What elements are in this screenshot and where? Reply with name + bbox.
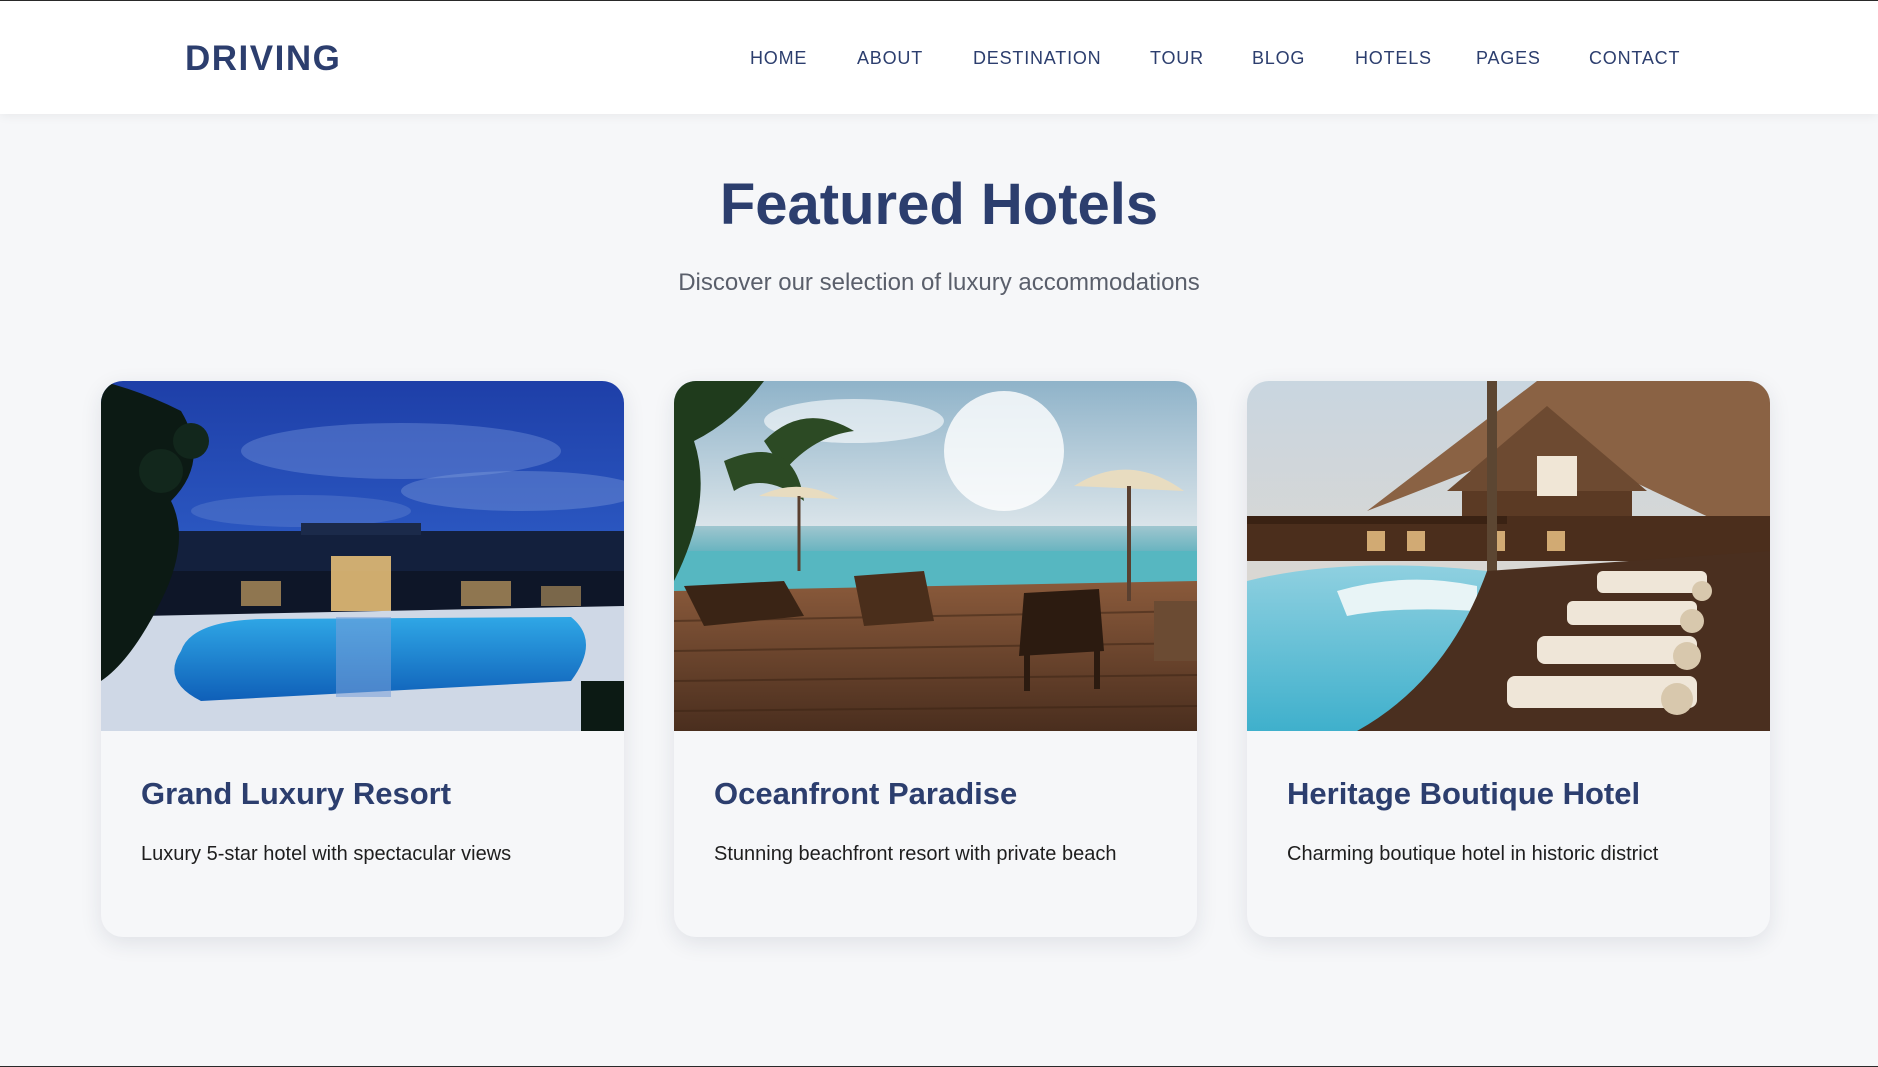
nav-tour[interactable]: TOUR <box>1150 48 1204 69</box>
nav-contact[interactable]: CONTACT <box>1589 48 1680 69</box>
section-subtitle: Discover our selection of luxury accommo… <box>678 269 1200 296</box>
nav-blog[interactable]: BLOG <box>1252 48 1305 69</box>
hotel-card-title[interactable]: Oceanfront Paradise <box>714 776 1164 812</box>
nav-hotels[interactable]: HOTELS <box>1355 48 1432 69</box>
nav-home[interactable]: HOME <box>750 48 807 69</box>
hotel-card-title[interactable]: Heritage Boutique Hotel <box>1287 776 1737 812</box>
hotel-card-description: Charming boutique hotel in historic dist… <box>1287 843 1659 865</box>
hotel-card[interactable]: Oceanfront Paradise Stunning beachfront … <box>674 381 1197 937</box>
hotel-image-night-resort[interactable] <box>101 381 624 731</box>
main-nav: HOME ABOUT DESTINATION TOUR BLOG HOTELS … <box>0 48 1878 72</box>
page: DRIVING HOME ABOUT DESTINATION TOUR BLOG… <box>0 0 1878 1067</box>
nav-about[interactable]: ABOUT <box>857 48 923 69</box>
hotel-image-heritage-lodge[interactable] <box>1247 381 1770 731</box>
hotel-image-oceanfront[interactable] <box>674 381 1197 731</box>
section-title: Featured Hotels <box>719 172 1159 237</box>
hotel-card[interactable]: Grand Luxury Resort Luxury 5-star hotel … <box>101 381 624 937</box>
site-header: DRIVING HOME ABOUT DESTINATION TOUR BLOG… <box>0 1 1878 114</box>
nav-destination[interactable]: DESTINATION <box>973 48 1101 69</box>
hotel-card-title[interactable]: Grand Luxury Resort <box>141 776 591 812</box>
hotel-card-description: Stunning beachfront resort with private … <box>714 843 1117 865</box>
nav-pages[interactable]: PAGES <box>1476 48 1541 69</box>
hotel-card-description: Luxury 5-star hotel with spectacular vie… <box>141 843 512 865</box>
hotel-card[interactable]: Heritage Boutique Hotel Charming boutiqu… <box>1247 381 1770 937</box>
